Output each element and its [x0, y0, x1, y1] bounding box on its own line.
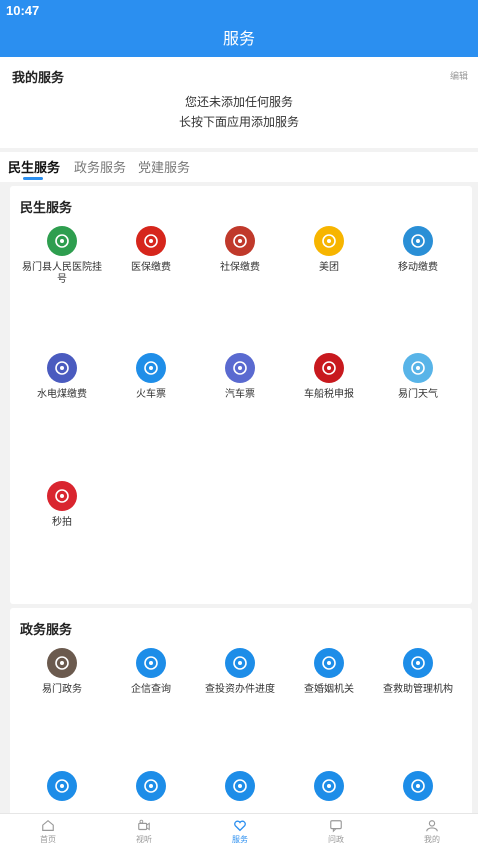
nav-item-heart-service[interactable]: 服务 — [210, 818, 270, 845]
service-item[interactable] — [106, 771, 196, 807]
weather-icon — [403, 353, 433, 383]
marriage-registry-icon — [314, 648, 344, 678]
service-label: 查婚姻机关 — [304, 684, 354, 695]
settings-gear-icon — [403, 771, 433, 801]
nav-label: 服务 — [232, 835, 248, 844]
service-item[interactable]: 社保缴费 — [195, 226, 285, 274]
active-tab-indicator — [23, 177, 43, 180]
service-item[interactable]: 查婚姻机关 — [284, 648, 374, 696]
service-item[interactable] — [195, 771, 285, 807]
service-label: 易门政务 — [42, 684, 82, 695]
check-badge-icon — [136, 771, 166, 801]
government-card: 政务服务 易门政务 企信查询 查投资办件进度 查婚姻机关 查救助管理机构 — [10, 608, 472, 818]
service-label: 查救助管理机构 — [383, 684, 453, 695]
empty-hint: 长按下面应用添加服务 — [178, 115, 299, 129]
tab-livelihood[interactable]: 民生服务 — [8, 157, 60, 176]
train-icon — [136, 353, 166, 383]
service-item[interactable]: 火车票 — [106, 353, 196, 401]
service-label: 火车票 — [136, 389, 166, 400]
utilities-icon — [47, 353, 77, 383]
home-icon — [40, 818, 56, 832]
service-label: 易门天气 — [398, 389, 438, 400]
s-service-icon — [314, 771, 344, 801]
empty-message: 您还未添加任何服务 — [184, 95, 293, 109]
livelihood-title: 民生服务 — [20, 201, 73, 216]
nav-label: 问政 — [328, 835, 344, 844]
page-title: 服务 — [0, 20, 478, 57]
nav-item-user[interactable]: 我的 — [402, 818, 462, 845]
service-item[interactable]: 秒拍 — [17, 481, 107, 529]
service-label: 秒拍 — [52, 517, 72, 528]
service-label: 移动缴费 — [398, 262, 438, 273]
service-label: 查投资办件进度 — [205, 684, 275, 695]
service-label: 医保缴费 — [131, 262, 171, 273]
livelihood-card: 民生服务 易门县人民医院挂号 医保缴费 社保缴费 美团 移动缴费水电煤缴费 火车票 汽车票 车… — [10, 186, 472, 604]
relief-agency-icon — [403, 648, 433, 678]
service-item[interactable]: 汽车票 — [195, 353, 285, 401]
service-label: 社保缴费 — [220, 262, 260, 273]
service-item[interactable]: 车船税申报 — [284, 353, 374, 401]
bottom-nav: 首页 视听 服务 问政 我的 — [0, 813, 478, 850]
nav-label: 我的 — [424, 835, 440, 844]
service-item[interactable]: 易门天气 — [373, 353, 463, 401]
medical-insurance-icon — [136, 226, 166, 256]
status-bar: 10:47 — [0, 0, 478, 20]
status-time: 10:47 — [6, 3, 40, 18]
service-item[interactable]: 美团 — [284, 226, 374, 274]
service-item[interactable]: 查救助管理机构 — [373, 648, 463, 696]
nav-item-video[interactable]: 视听 — [114, 818, 174, 845]
my-service-section: 我的服务 编辑 您还未添加任何服务 长按下面应用添加服务 — [0, 57, 478, 148]
video-icon — [136, 818, 152, 832]
china-mobile-icon — [403, 226, 433, 256]
meituan-icon — [314, 226, 344, 256]
service-label: 美团 — [319, 262, 339, 273]
government-building-icon — [47, 648, 77, 678]
service-item[interactable] — [284, 771, 374, 807]
hospital-icon — [47, 226, 77, 256]
social-security-icon — [225, 226, 255, 256]
service-item[interactable]: 易门政务 — [17, 648, 107, 696]
service-item[interactable] — [373, 771, 463, 807]
service-item[interactable]: 易门县人民医院挂号 — [17, 226, 107, 286]
service-label: 水电煤缴费 — [37, 389, 87, 400]
nav-label: 首页 — [40, 835, 56, 844]
service-label: 车船税申报 — [304, 389, 354, 400]
nav-item-home[interactable]: 首页 — [18, 818, 78, 845]
service-item[interactable]: 移动缴费 — [373, 226, 463, 274]
nav-label: 视听 — [136, 835, 152, 844]
service-label: 企信查询 — [131, 684, 171, 695]
service-item[interactable] — [17, 771, 107, 807]
service-label: 易门县人民医院挂号 — [22, 262, 102, 285]
message-icon — [328, 818, 344, 833]
tab-government[interactable]: 政务服务 — [74, 157, 126, 176]
investment-progress-icon — [225, 648, 255, 678]
service-item[interactable]: 医保缴费 — [106, 226, 196, 274]
bus-icon — [225, 353, 255, 383]
service-item[interactable]: 企信查询 — [106, 648, 196, 696]
heart-service-icon — [232, 818, 248, 832]
edit-button[interactable]: 编辑 — [450, 69, 468, 82]
service-tabs: 民生服务 政务服务 党建服务 — [0, 152, 478, 182]
service-item[interactable]: 水电煤缴费 — [17, 353, 107, 401]
credit-shield-icon — [225, 771, 255, 801]
user-icon — [424, 818, 440, 832]
credit-query-icon — [136, 648, 166, 678]
service-label: 汽车票 — [225, 389, 255, 400]
government-title: 政务服务 — [20, 623, 73, 638]
social-security-query-icon — [47, 771, 77, 801]
vehicle-tax-icon — [314, 353, 344, 383]
my-service-title: 我的服务 — [12, 71, 65, 86]
miaopai-icon — [47, 481, 77, 511]
nav-item-message[interactable]: 问政 — [306, 818, 366, 845]
service-item[interactable]: 查投资办件进度 — [195, 648, 285, 696]
tab-party-building[interactable]: 党建服务 — [138, 157, 190, 176]
